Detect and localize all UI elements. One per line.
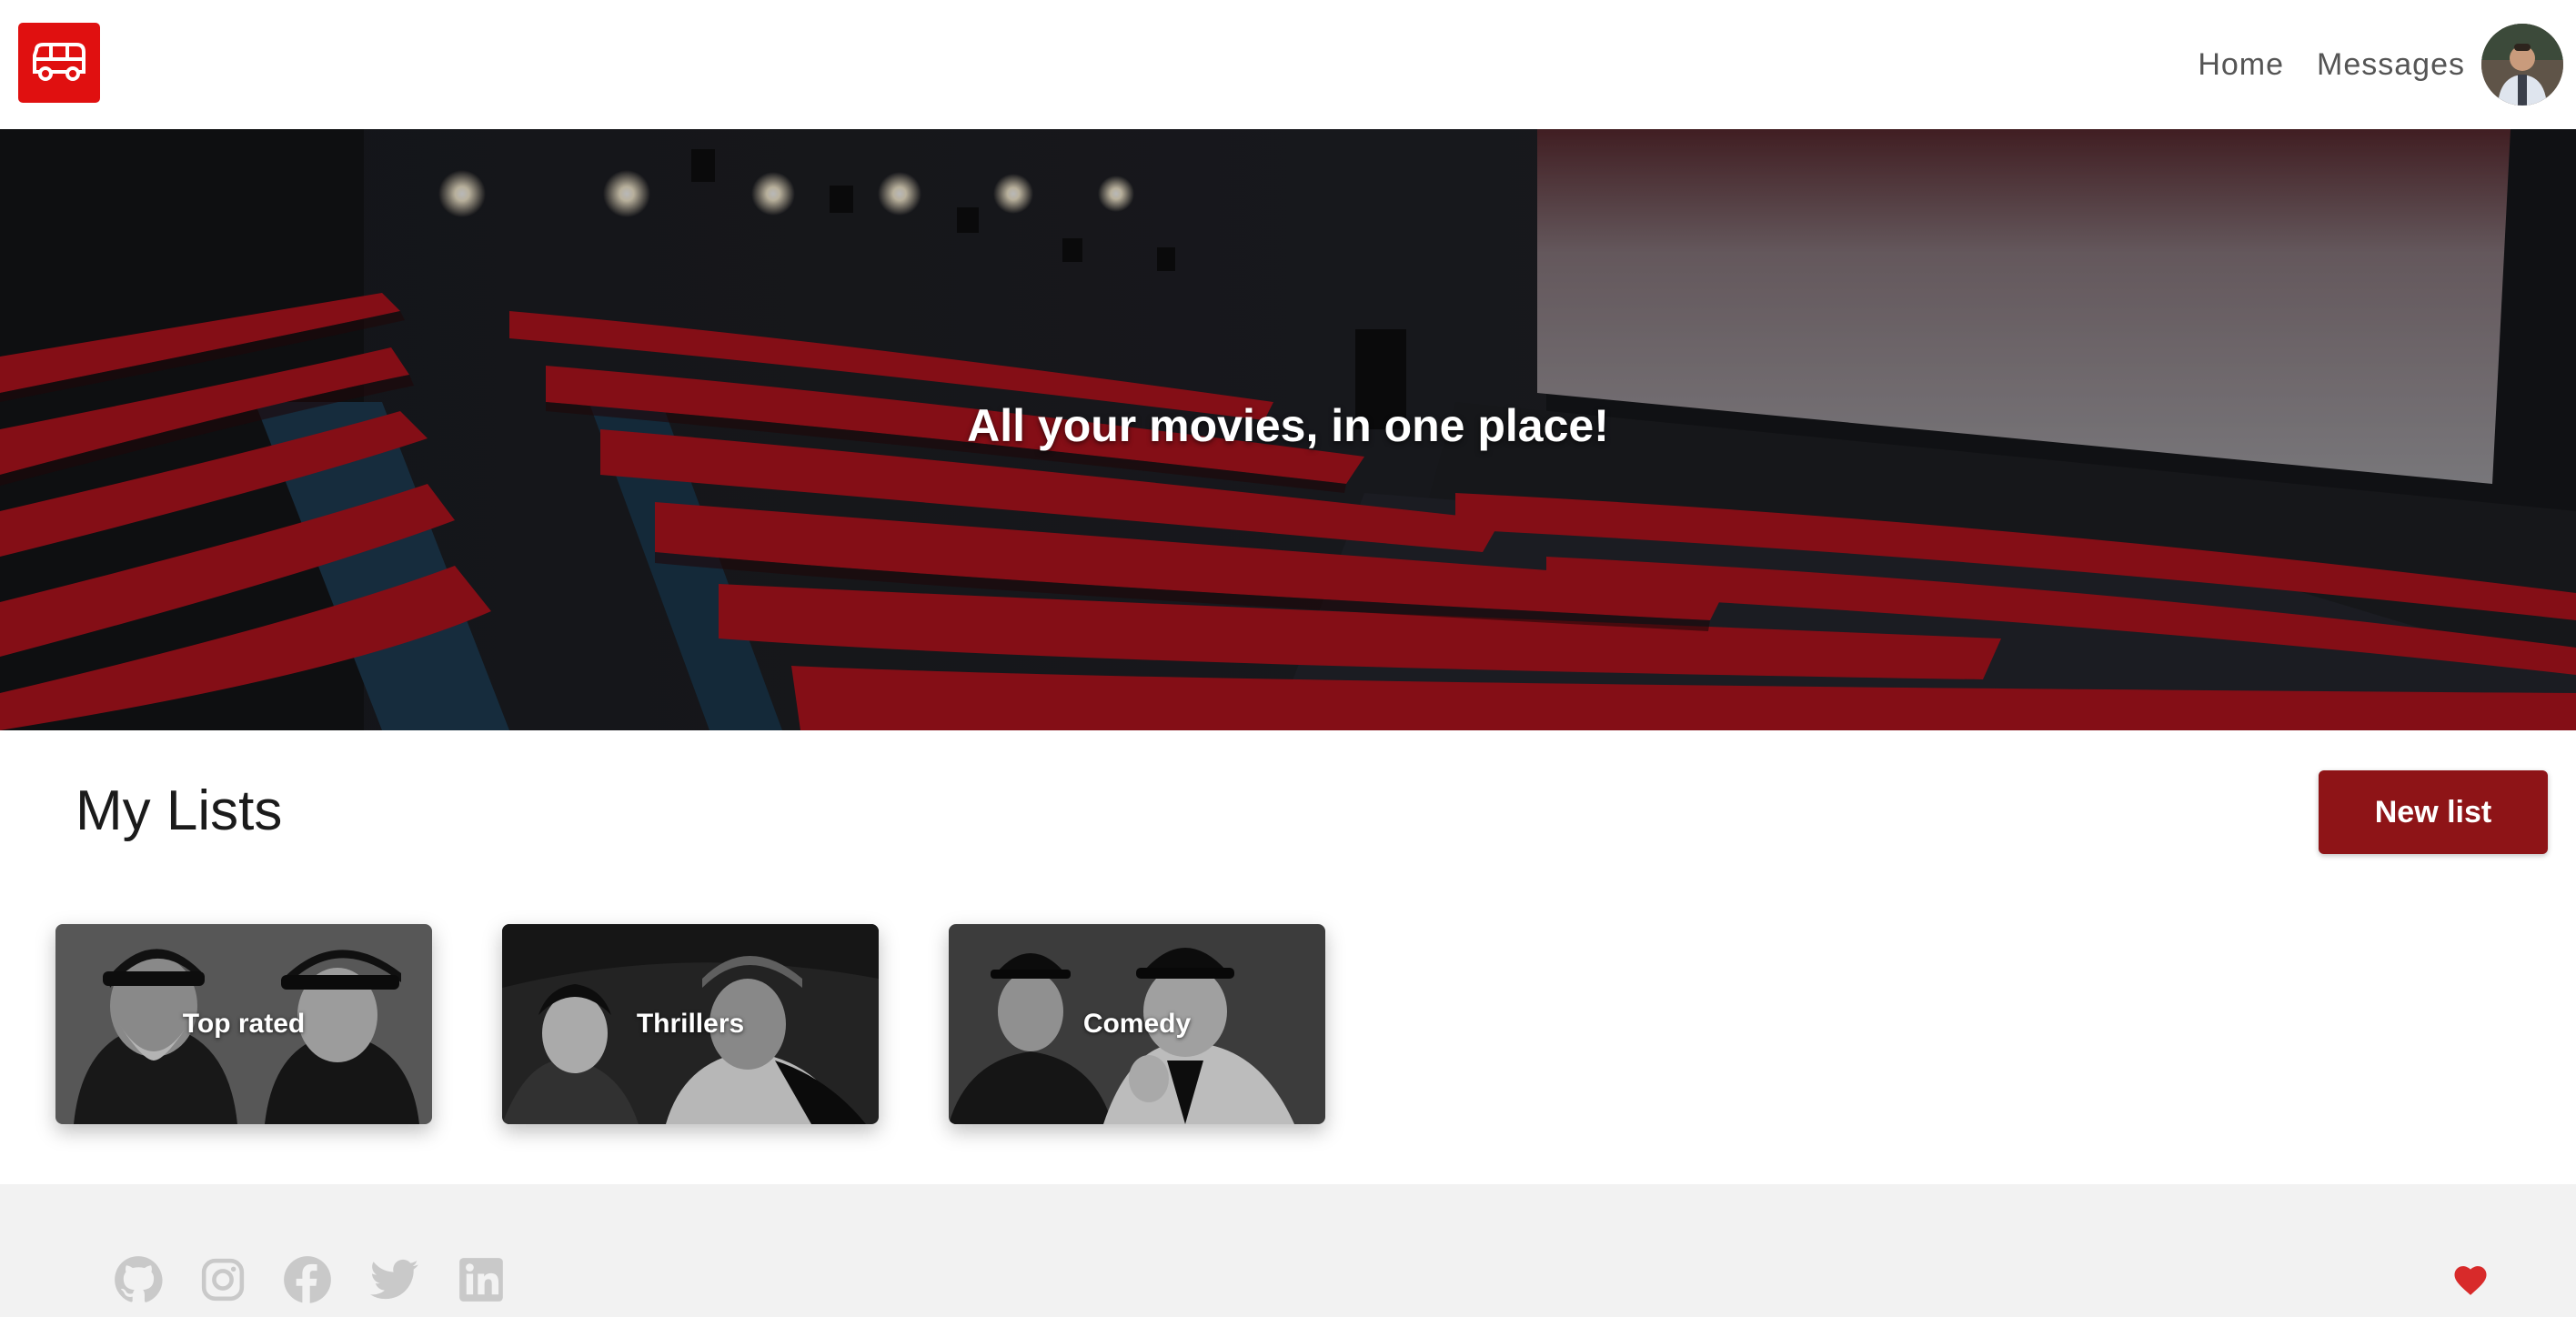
list-card-label: Thrillers: [636, 1009, 745, 1039]
facebook-icon[interactable]: [283, 1255, 332, 1304]
linkedin-icon[interactable]: [457, 1255, 506, 1304]
nav-home-link[interactable]: Home: [2198, 47, 2284, 83]
nav-links: Home Messages: [2198, 0, 2576, 129]
bus-icon: [33, 43, 86, 81]
list-card-thrillers[interactable]: Thrillers: [502, 924, 879, 1124]
new-list-button[interactable]: New list: [2319, 770, 2548, 854]
github-icon[interactable]: [114, 1255, 163, 1304]
my-lists-title: My Lists: [75, 779, 283, 842]
twitter-icon[interactable]: [370, 1255, 419, 1304]
list-card-comedy[interactable]: Comedy: [949, 924, 1325, 1124]
list-card-label: Top rated: [182, 1009, 306, 1039]
heart-icon: [2452, 1262, 2489, 1299]
hero-banner: All your movies, in one place!: [0, 129, 2576, 730]
hero-title: All your movies, in one place!: [967, 399, 1609, 451]
navbar: Home Messages: [0, 0, 2576, 129]
list-card-top-rated[interactable]: Top rated: [55, 924, 432, 1124]
instagram-icon[interactable]: [198, 1255, 247, 1304]
list-card-label: Comedy: [1082, 1009, 1192, 1039]
logo[interactable]: [18, 23, 100, 103]
nav-messages-link[interactable]: Messages: [2317, 47, 2465, 83]
user-avatar[interactable]: [2481, 24, 2563, 106]
